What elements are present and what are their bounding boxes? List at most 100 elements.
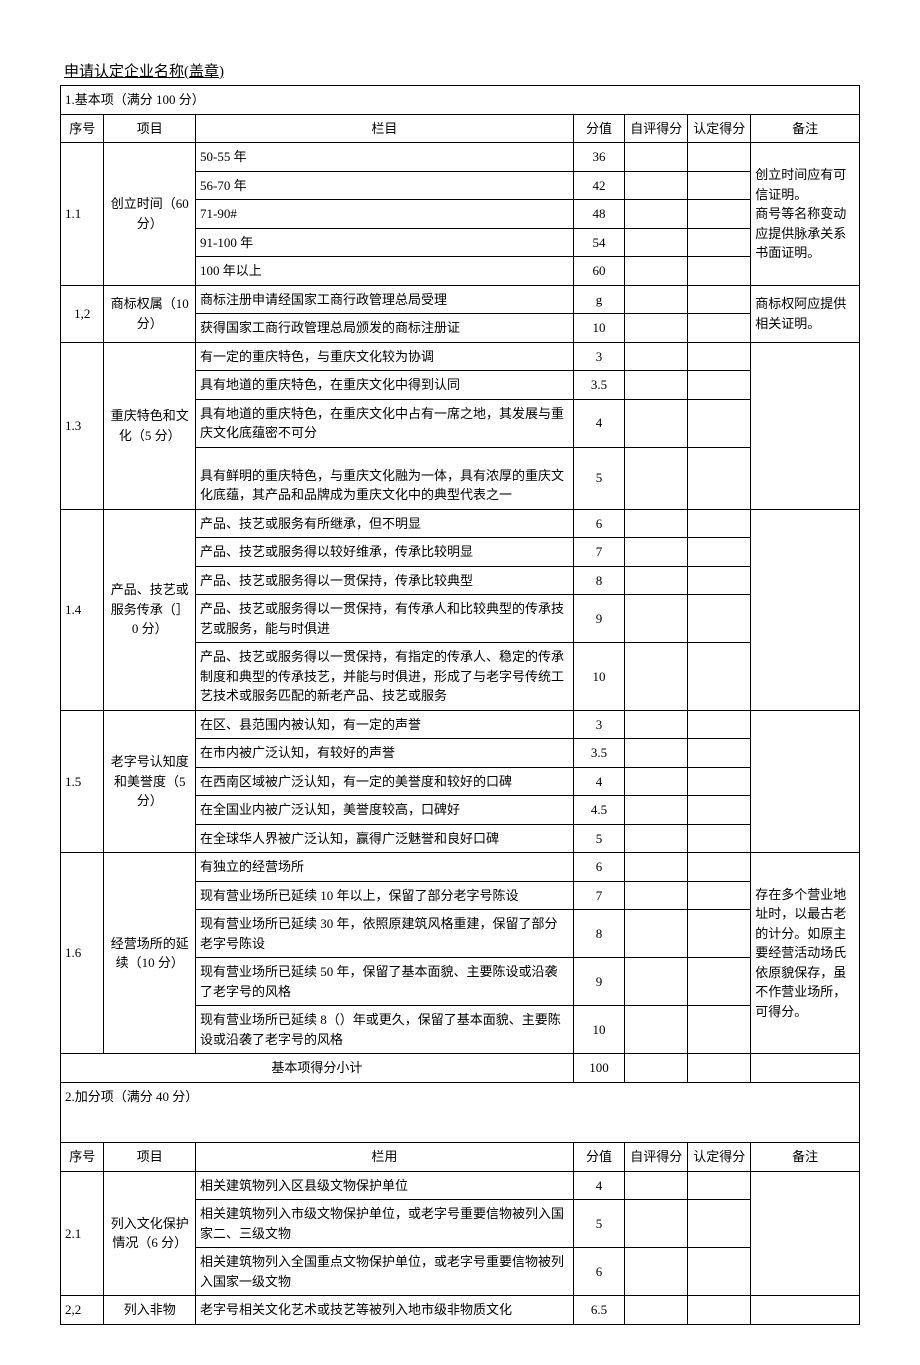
r22-zp0[interactable] bbox=[625, 1296, 688, 1325]
r11-zp0[interactable] bbox=[625, 143, 688, 172]
r14-zp0[interactable] bbox=[625, 509, 688, 538]
r15-fz1: 3.5 bbox=[573, 739, 625, 768]
r15-zp2[interactable] bbox=[625, 767, 688, 796]
r13-lm1: 具有地道的重庆特色，在重庆文化中得到认同 bbox=[196, 371, 574, 400]
r16-lm4: 现有营业场所已延续 8（）年或更久，保留了基本面貌、主要陈设或沿袭了老字号的风格 bbox=[196, 1006, 574, 1054]
r22-rd0[interactable] bbox=[688, 1296, 751, 1325]
r11-lm2: 71-90# bbox=[196, 200, 574, 229]
r14-fz0: 6 bbox=[573, 509, 625, 538]
r21-zp2[interactable] bbox=[625, 1248, 688, 1296]
r15-lm2: 在西南区域被广泛认知，有一定的美誉度和较好的口碑 bbox=[196, 767, 574, 796]
r13-xh: 1.3 bbox=[61, 342, 104, 509]
r13-fz3: 5 bbox=[573, 447, 625, 509]
r15-zp0[interactable] bbox=[625, 710, 688, 739]
r21-rd0[interactable] bbox=[688, 1171, 751, 1200]
r14-zp4[interactable] bbox=[625, 643, 688, 711]
r16-rd4[interactable] bbox=[688, 1006, 751, 1054]
r11-xh: 1.1 bbox=[61, 143, 104, 286]
r11-zp4[interactable] bbox=[625, 257, 688, 286]
r15-zp3[interactable] bbox=[625, 796, 688, 825]
r11-rd3[interactable] bbox=[688, 228, 751, 257]
r13-zp2[interactable] bbox=[625, 399, 688, 447]
hdr-bz: 备注 bbox=[751, 114, 860, 143]
r14-fz1: 7 bbox=[573, 538, 625, 567]
r21-fz0: 4 bbox=[573, 1171, 625, 1200]
r15-xm: 老字号认知度和美誉度（5 分） bbox=[104, 710, 196, 853]
r13-rd1[interactable] bbox=[688, 371, 751, 400]
r22-xm: 列入非物 bbox=[104, 1296, 196, 1325]
r13-fz1: 3.5 bbox=[573, 371, 625, 400]
r14-lm2: 产品、技艺或服务得以一贯保持，传承比较典型 bbox=[196, 566, 574, 595]
r12-rd0[interactable] bbox=[688, 285, 751, 314]
r12-rd1[interactable] bbox=[688, 314, 751, 343]
r16-bz: 存在多个营业地址时，以最古老的计分。如原主要经营活动场氏依原貌保存，虽不作营业场… bbox=[751, 853, 860, 1054]
r14-xh: 1.4 bbox=[61, 509, 104, 710]
r14-bz bbox=[751, 509, 860, 710]
r11-rd2[interactable] bbox=[688, 200, 751, 229]
r14-zp2[interactable] bbox=[625, 566, 688, 595]
r15-lm1: 在市内被广泛认知，有较好的声誉 bbox=[196, 739, 574, 768]
r13-zp1[interactable] bbox=[625, 371, 688, 400]
r12-zp0[interactable] bbox=[625, 285, 688, 314]
hdr2-bz: 备注 bbox=[751, 1143, 860, 1172]
r14-rd1[interactable] bbox=[688, 538, 751, 567]
r14-rd3[interactable] bbox=[688, 595, 751, 643]
r11-zp2[interactable] bbox=[625, 200, 688, 229]
r15-rd4[interactable] bbox=[688, 824, 751, 853]
r16-lm3: 现有营业场所已延续 50 年，保留了基本面貌、主要陈设或沿袭了老字号的风格 bbox=[196, 958, 574, 1006]
r21-zp1[interactable] bbox=[625, 1200, 688, 1248]
r13-zp0[interactable] bbox=[625, 342, 688, 371]
r11-fz3: 54 bbox=[573, 228, 625, 257]
r15-rd1[interactable] bbox=[688, 739, 751, 768]
r13-xm: 重庆特色和文化（5 分） bbox=[104, 342, 196, 509]
r14-fz4: 10 bbox=[573, 643, 625, 711]
r14-zp3[interactable] bbox=[625, 595, 688, 643]
subtotal-rd[interactable] bbox=[688, 1054, 751, 1083]
r13-rd3[interactable] bbox=[688, 447, 751, 509]
subtotal-label: 基本项得分小计 bbox=[61, 1054, 574, 1083]
r16-zp0[interactable] bbox=[625, 853, 688, 882]
r16-rd3[interactable] bbox=[688, 958, 751, 1006]
r16-zp3[interactable] bbox=[625, 958, 688, 1006]
r16-zp2[interactable] bbox=[625, 910, 688, 958]
r11-lm3: 91-100 年 bbox=[196, 228, 574, 257]
r11-rd0[interactable] bbox=[688, 143, 751, 172]
r21-xh: 2.1 bbox=[61, 1171, 104, 1296]
r16-rd1[interactable] bbox=[688, 881, 751, 910]
r21-rd1[interactable] bbox=[688, 1200, 751, 1248]
r14-lm4: 产品、技艺或服务得以一贯保持，有指定的传承人、稳定的传承制度和典型的传承技艺，并… bbox=[196, 643, 574, 711]
r16-zp1[interactable] bbox=[625, 881, 688, 910]
r15-zp1[interactable] bbox=[625, 739, 688, 768]
r15-rd2[interactable] bbox=[688, 767, 751, 796]
r14-rd4[interactable] bbox=[688, 643, 751, 711]
r15-rd0[interactable] bbox=[688, 710, 751, 739]
r16-lm0: 有独立的经营场所 bbox=[196, 853, 574, 882]
r16-fz2: 8 bbox=[573, 910, 625, 958]
r13-rd2[interactable] bbox=[688, 399, 751, 447]
r21-zp0[interactable] bbox=[625, 1171, 688, 1200]
r16-zp4[interactable] bbox=[625, 1006, 688, 1054]
r11-zp3[interactable] bbox=[625, 228, 688, 257]
r16-rd2[interactable] bbox=[688, 910, 751, 958]
r11-zp1[interactable] bbox=[625, 171, 688, 200]
r13-zp3[interactable] bbox=[625, 447, 688, 509]
r15-bz bbox=[751, 710, 860, 853]
r16-rd0[interactable] bbox=[688, 853, 751, 882]
r14-rd0[interactable] bbox=[688, 509, 751, 538]
hdr-xh: 序号 bbox=[61, 114, 104, 143]
r15-fz4: 5 bbox=[573, 824, 625, 853]
r16-xh: 1.6 bbox=[61, 853, 104, 1054]
r14-rd2[interactable] bbox=[688, 566, 751, 595]
r11-lm0: 50-55 年 bbox=[196, 143, 574, 172]
r21-rd2[interactable] bbox=[688, 1248, 751, 1296]
subtotal-fz: 100 bbox=[573, 1054, 625, 1083]
r11-lm4: 100 年以上 bbox=[196, 257, 574, 286]
r11-rd1[interactable] bbox=[688, 171, 751, 200]
r15-zp4[interactable] bbox=[625, 824, 688, 853]
r15-rd3[interactable] bbox=[688, 796, 751, 825]
subtotal-zp[interactable] bbox=[625, 1054, 688, 1083]
r14-zp1[interactable] bbox=[625, 538, 688, 567]
r13-rd0[interactable] bbox=[688, 342, 751, 371]
r11-rd4[interactable] bbox=[688, 257, 751, 286]
r12-zp1[interactable] bbox=[625, 314, 688, 343]
